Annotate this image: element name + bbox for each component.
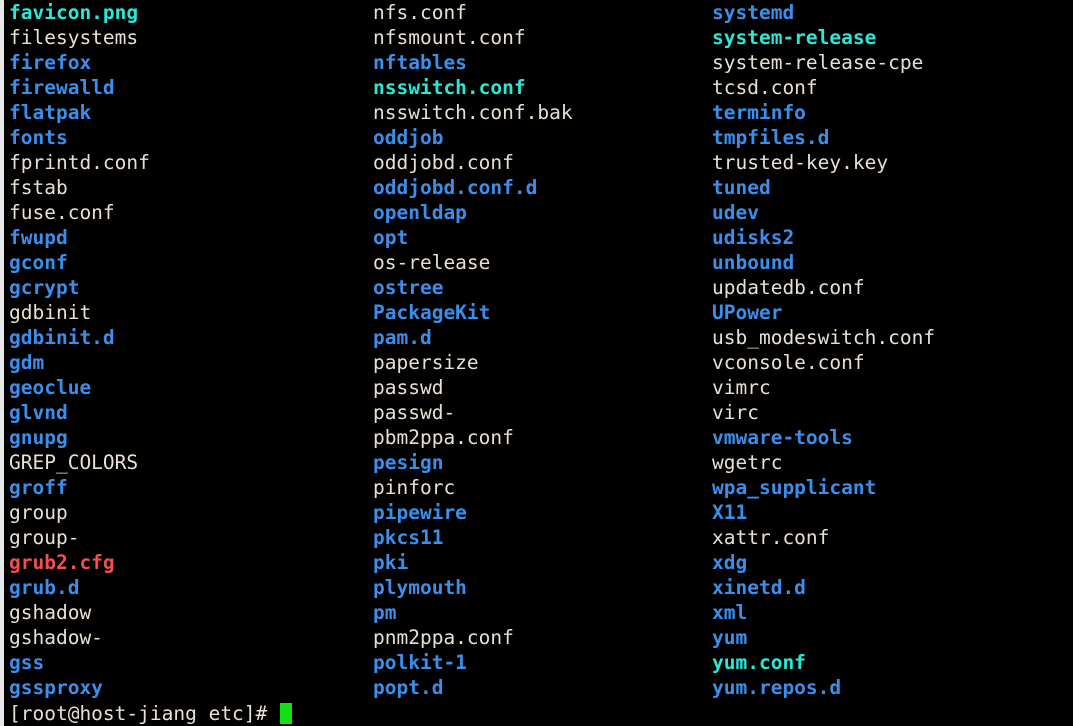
listing-entry: gshadow (9, 601, 92, 624)
listing-entry: os-release (373, 251, 491, 274)
listing-entry: firefox (9, 51, 92, 74)
listing-entry: system-release-cpe (712, 51, 924, 74)
listing-entry: yum (712, 626, 748, 649)
listing-column-1: favicon.png filesystems firefox firewalld fl… (9, 0, 369, 700)
listing-entry: ostree (373, 276, 444, 299)
prompt-text: [root@host-jiang etc]# (9, 702, 280, 725)
listing-entry: plymouth (373, 576, 467, 599)
listing-entry: unbound (712, 251, 795, 274)
listing-entry: xml (712, 601, 748, 624)
listing-entry: polkit-1 (373, 651, 467, 674)
listing-entry: gconf (9, 251, 68, 274)
listing-entry: groff (9, 476, 68, 499)
listing-entry: gss (9, 651, 45, 674)
listing-entry: fprintd.conf (9, 151, 150, 174)
listing-entry: pnm2ppa.conf (373, 626, 514, 649)
listing-entry: grub.d (9, 576, 80, 599)
listing-entry: gshadow- (9, 626, 103, 649)
listing-entry: gssproxy (9, 676, 103, 699)
listing-entry: papersize (373, 351, 479, 374)
listing-entry: udev (712, 201, 759, 224)
listing-entry: favicon.png (9, 1, 139, 24)
listing-entry: group (9, 501, 68, 524)
listing-entry: yum.conf (712, 651, 806, 674)
listing-entry: oddjob (373, 126, 444, 149)
listing-entry: fonts (9, 126, 68, 149)
listing-entry: group- (9, 526, 80, 549)
listing-entry: systemd (712, 1, 795, 24)
listing-entry: pesign (373, 451, 444, 474)
listing-entry: nfs.conf (373, 1, 467, 24)
listing-entry: vimrc (712, 376, 771, 399)
listing-entry: wgetrc (712, 451, 783, 474)
shell-prompt-line[interactable]: [root@host-jiang etc]# (9, 701, 293, 726)
listing-entry: xinetd.d (712, 576, 806, 599)
listing-entry: nsswitch.conf (373, 76, 526, 99)
listing-entry: popt.d (373, 676, 444, 699)
listing-entry: pm (373, 601, 397, 624)
listing-entry: fuse.conf (9, 201, 115, 224)
listing-entry: oddjobd.conf.d (373, 176, 538, 199)
listing-entry: nfsmount.conf (373, 26, 526, 49)
listing-entry: updatedb.conf (712, 276, 865, 299)
listing-entry: udisks2 (712, 226, 795, 249)
listing-entry: passwd- (373, 401, 456, 424)
listing-entry: firewalld (9, 76, 115, 99)
listing-entry: passwd (373, 376, 444, 399)
listing-entry: nftables (373, 51, 467, 74)
listing-entry: yum.repos.d (712, 676, 842, 699)
listing-entry: tuned (712, 176, 771, 199)
listing-entry: geoclue (9, 376, 92, 399)
listing-entry: filesystems (9, 26, 139, 49)
listing-column-3: systemd system-release system-release-cpe t… (712, 0, 1067, 700)
listing-entry: nsswitch.conf.bak (373, 101, 573, 124)
listing-entry: gdbinit.d (9, 326, 115, 349)
listing-entry: fstab (9, 176, 68, 199)
listing-entry: gdbinit (9, 301, 92, 324)
listing-entry: glvnd (9, 401, 68, 424)
listing-entry: system-release (712, 26, 877, 49)
listing-entry: wpa_supplicant (712, 476, 877, 499)
listing-entry: pkcs11 (373, 526, 444, 549)
directory-listing: favicon.png filesystems firefox firewalld fl… (0, 0, 1073, 700)
listing-entry: PackageKit (373, 301, 491, 324)
listing-entry: gdm (9, 351, 45, 374)
listing-entry: pbm2ppa.conf (373, 426, 514, 449)
listing-entry: pam.d (373, 326, 432, 349)
listing-entry: xdg (712, 551, 748, 574)
listing-column-2: nfs.conf nfsmount.conf nftables nsswitch.co… (373, 0, 708, 700)
listing-entry: pipewire (373, 501, 467, 524)
text-cursor (280, 703, 293, 724)
listing-entry: virc (712, 401, 759, 424)
listing-entry: vconsole.conf (712, 351, 865, 374)
listing-entry: opt (373, 226, 409, 249)
listing-entry: tcsd.conf (712, 76, 818, 99)
listing-entry: oddjobd.conf (373, 151, 514, 174)
listing-entry: fwupd (9, 226, 68, 249)
listing-entry: trusted-key.key (712, 151, 889, 174)
terminal-window[interactable]: favicon.png filesystems firefox firewalld fl… (0, 0, 1073, 726)
listing-entry: tmpfiles.d (712, 126, 830, 149)
listing-entry: terminfo (712, 101, 806, 124)
listing-entry: gcrypt (9, 276, 80, 299)
listing-entry: pki (373, 551, 409, 574)
listing-entry: gnupg (9, 426, 68, 449)
listing-entry: usb_modeswitch.conf (712, 326, 936, 349)
listing-entry: X11 (712, 501, 748, 524)
listing-entry: UPower (712, 301, 783, 324)
listing-entry: vmware-tools (712, 426, 853, 449)
listing-entry: openldap (373, 201, 467, 224)
listing-entry: grub2.cfg (9, 551, 115, 574)
listing-entry: xattr.conf (712, 526, 830, 549)
listing-entry: pinforc (373, 476, 456, 499)
listing-entry: flatpak (9, 101, 92, 124)
listing-entry: GREP_COLORS (9, 451, 139, 474)
